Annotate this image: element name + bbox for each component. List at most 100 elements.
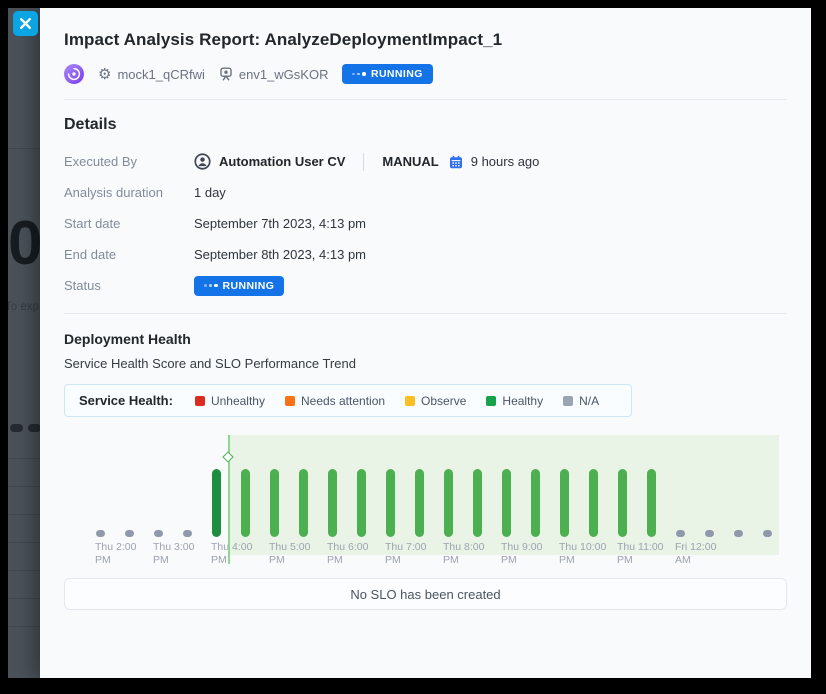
dimmed-background-page: 0 To exp Impact Analysis Report: Analyze… (8, 8, 811, 678)
close-icon (19, 17, 32, 30)
legend-swatch-icon (563, 396, 573, 406)
x-axis-tick-label: Thu 6:00PM (327, 541, 368, 567)
health-bar-healthy (241, 469, 250, 537)
x-axis-tick-label: Thu 5:00PM (269, 541, 310, 567)
health-bar-na (183, 530, 192, 537)
x-axis-tick-label: Thu 7:00PM (385, 541, 426, 567)
legend-title: Service Health: (79, 393, 173, 408)
health-bar-na (96, 530, 105, 537)
service-health-legend: Service Health: Unhealthy Needs attention… (64, 384, 632, 417)
close-drawer-button[interactable] (13, 11, 38, 36)
legend-label: Observe (421, 394, 466, 408)
x-axis-tick-label: Thu 2:00PM (95, 541, 136, 567)
x-axis-tick-label: Fri 12:00AM (675, 541, 716, 567)
deployment-health-subtitle: Service Health Score and SLO Performance… (64, 356, 787, 371)
environment-link[interactable]: env1_wGsKOR (219, 67, 329, 82)
environment-icon (219, 67, 233, 81)
legend-swatch-icon (195, 396, 205, 406)
background-partial-text: To exp (8, 301, 39, 313)
detail-row-duration: Analysis duration 1 day (64, 177, 787, 208)
monitored-service-link[interactable]: ⚙ mock1_qCRfwi (98, 67, 205, 82)
environment-name: env1_wGsKOR (239, 67, 329, 82)
x-axis-tick-label: Thu 10:00PM (559, 541, 606, 567)
health-score-chart[interactable]: Thu 2:00PMThu 3:00PMThu 4:00PMThu 5:00PM… (64, 429, 787, 564)
background-icon-stub (10, 424, 23, 432)
legend-item: Needs attention (285, 394, 385, 408)
legend-item: Unhealthy (195, 394, 265, 408)
detail-label: Executed By (64, 154, 194, 169)
background-row-divider (8, 458, 42, 459)
details-heading: Details (64, 116, 787, 134)
health-bar-na (154, 530, 163, 537)
end-date-value: September 8th 2023, 4:13 pm (194, 247, 366, 262)
health-bar-healthy (560, 469, 569, 537)
background-row-divider (8, 570, 42, 571)
deployment-health-heading: Deployment Health (64, 331, 787, 347)
x-axis-tick-label: Thu 4:00PM (211, 541, 252, 567)
legend-swatch-icon (285, 396, 295, 406)
legend-swatch-icon (405, 396, 415, 406)
background-row-divider (8, 486, 42, 487)
detail-label: End date (64, 247, 194, 262)
legend-item: N/A (563, 394, 599, 408)
health-bar-healthy (647, 469, 656, 537)
report-meta-row: ⚙ mock1_qCRfwi env1_wGsKOR RUNNING (64, 64, 787, 84)
running-status-badge: RUNNING (342, 64, 432, 84)
impact-analysis-report-drawer: Impact Analysis Report: AnalyzeDeploymen… (40, 8, 811, 678)
status-running-badge: RUNNING (194, 276, 284, 296)
health-bar-healthy (415, 469, 424, 537)
trigger-type: MANUAL (382, 154, 438, 169)
header-divider (64, 99, 787, 100)
start-date-value: September 7th 2023, 4:13 pm (194, 216, 366, 231)
background-row-divider (8, 542, 42, 543)
health-bar-healthy (386, 469, 395, 537)
background-row-divider (8, 626, 42, 627)
health-bar-na (676, 530, 685, 537)
slo-empty-text: No SLO has been created (350, 587, 500, 602)
legend-label: Unhealthy (211, 394, 265, 408)
background-row-divider (8, 514, 42, 515)
x-axis-tick-label: Thu 9:00PM (501, 541, 542, 567)
service-avatar (64, 64, 84, 84)
legend-item: Healthy (486, 394, 543, 408)
health-bar-na (734, 530, 743, 537)
detail-row-status: Status RUNNING (64, 270, 787, 301)
executed-time: 9 hours ago (471, 154, 540, 169)
running-pulse-icon (352, 72, 366, 76)
detail-label: Status (64, 278, 194, 293)
legend-label: N/A (579, 394, 599, 408)
legend-label: Healthy (502, 394, 543, 408)
detail-row-end-date: End date September 8th 2023, 4:13 pm (64, 239, 787, 270)
x-axis-tick-label: Thu 8:00PM (443, 541, 484, 567)
slo-empty-state: No SLO has been created (64, 578, 787, 610)
detail-row-executed-by: Executed By Automation User CV MANUAL (64, 146, 787, 177)
background-row-divider (8, 598, 42, 599)
background-metric-number: 0 (8, 208, 40, 279)
report-title: Impact Analysis Report: AnalyzeDeploymen… (64, 30, 787, 50)
health-bar-healthy (531, 469, 540, 537)
executed-by-user: Automation User CV (219, 154, 345, 169)
legend-item: Observe (405, 394, 466, 408)
detail-row-start-date: Start date September 7th 2023, 4:13 pm (64, 208, 787, 239)
section-divider (64, 313, 787, 314)
health-bar-healthy (444, 469, 453, 537)
value-divider (363, 153, 364, 171)
health-bar-healthy (270, 469, 279, 537)
running-pulse-icon (204, 284, 218, 288)
user-icon (194, 153, 211, 170)
background-row-divider (8, 148, 42, 149)
duration-value: 1 day (194, 185, 226, 200)
health-bar-healthy (589, 469, 598, 537)
calendar-icon (449, 155, 463, 169)
service-avatar-icon (64, 64, 84, 84)
health-bar-healthy (502, 469, 511, 537)
x-axis-tick-label: Thu 11:00PM (617, 541, 664, 567)
health-bar-na (763, 530, 772, 537)
detail-label: Analysis duration (64, 185, 194, 200)
legend-label: Needs attention (301, 394, 385, 408)
service-health-legend-items: Unhealthy Needs attention Observe Healthy N/… (195, 394, 599, 408)
health-bar-healthy (473, 469, 482, 537)
health-bar-healthy (212, 469, 221, 537)
health-bar-healthy (328, 469, 337, 537)
health-bar-na (125, 530, 134, 537)
